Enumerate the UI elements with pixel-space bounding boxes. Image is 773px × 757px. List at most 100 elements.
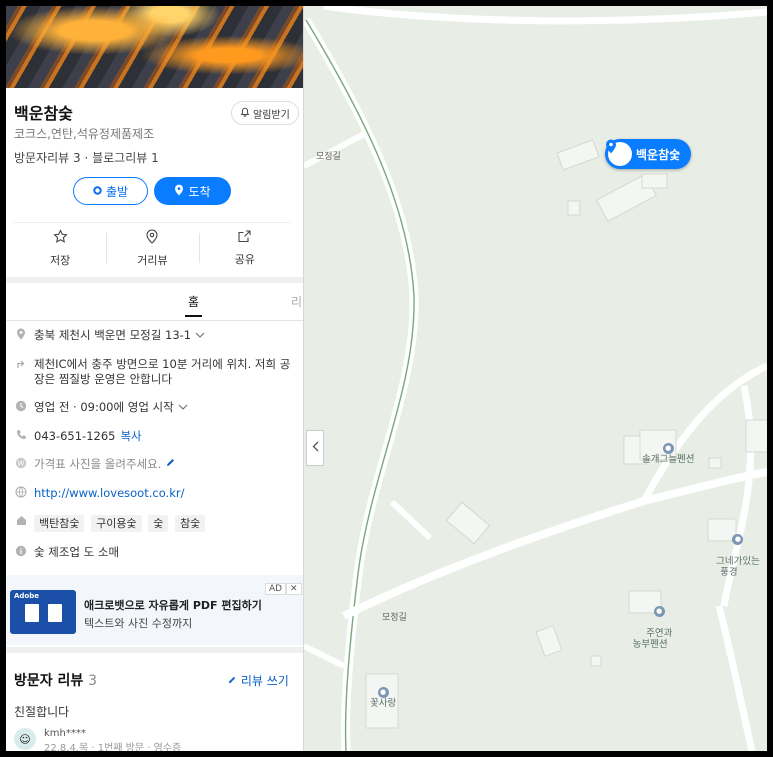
phone-number[interactable]: 043-651-1265	[34, 429, 115, 444]
location-pin-icon	[174, 184, 184, 199]
document-icon	[25, 604, 39, 622]
website-row: http://www.lovesoot.co.kr/	[14, 486, 299, 502]
chevron-down-icon[interactable]	[178, 400, 188, 415]
chevron-down-icon[interactable]	[195, 328, 205, 343]
lodging-icon: ●	[662, 443, 674, 454]
poi-pension-2[interactable]: ● 그네가있는 풍경	[698, 522, 760, 589]
tag-list: 백탄참숯 구이용숯 숯 참숯	[34, 515, 208, 532]
poi-label: 주연과 농부펜션	[632, 628, 673, 650]
start-dot-icon	[93, 184, 102, 198]
phone-icon	[14, 429, 28, 444]
edit-pencil-icon	[227, 674, 237, 688]
section-divider	[6, 277, 303, 283]
poi-label: 꽃사랑	[370, 698, 397, 709]
copy-phone-button[interactable]: 복사	[120, 429, 141, 444]
info-icon	[14, 545, 28, 561]
review-summary[interactable]: 방문자리뷰 3 · 블로그리뷰 1	[14, 149, 159, 166]
address-row[interactable]: 충북 제천시 백운면 모정길 13-1	[14, 328, 299, 344]
tab-next-partial[interactable]: 리	[291, 293, 302, 310]
document-icon	[48, 604, 62, 622]
globe-icon	[14, 486, 28, 502]
directions-arrow-icon	[14, 357, 28, 373]
place-info-list: 충북 제천시 백운면 모정길 13-1 제천IC에서 충주 방면으로 10분 거…	[14, 328, 299, 574]
route-arrive-button[interactable]: 도착	[154, 177, 231, 205]
lodging-icon: ●	[377, 687, 389, 698]
ad-subtitle: 텍스트와 사진 수정까지	[84, 617, 193, 630]
collapse-panel-button[interactable]	[306, 430, 324, 466]
place-hero-photo[interactable]	[6, 6, 303, 88]
action-bar: 저장 거리뷰 공유	[14, 222, 291, 273]
map-canvas[interactable]	[304, 6, 767, 751]
person-icon: ☺	[19, 732, 31, 746]
reviews-count: 3	[88, 673, 98, 689]
reviews-heading-text: 방문자 리뷰	[14, 673, 84, 689]
share-label: 공유	[234, 253, 255, 266]
svg-text:W: W	[18, 460, 25, 468]
price-prompt-text: 가격표 사진을 올려주세요.	[34, 457, 162, 471]
route-arrive-label: 도착	[188, 184, 211, 199]
review-text: 친절합니다	[14, 705, 70, 719]
hours-text: 영업 전 · 09:00에 영업 시작	[34, 400, 174, 414]
street-view-button[interactable]: 거리뷰	[106, 223, 198, 273]
edit-pencil-icon[interactable]	[165, 457, 176, 472]
map-view[interactable]: 모정길 모정길 백운참숯 ● 솔개그늘펜션 ● 그네가있는 풍경 ● 주연과 농…	[304, 6, 767, 751]
poi-pension-3[interactable]: ● 주연과 농부펜션	[628, 594, 672, 661]
ad-image: Adobe	[10, 590, 76, 634]
price-row[interactable]: W 가격표 사진을 올려주세요.	[14, 457, 299, 473]
map-pin-outline-icon	[145, 228, 159, 247]
address-text: 충북 제천시 백운면 모정길 13-1	[34, 328, 192, 342]
ad-close-button[interactable]: ✕	[286, 583, 302, 595]
chevron-left-icon	[312, 441, 319, 455]
route-start-label: 출발	[105, 184, 129, 199]
selected-place-marker[interactable]: 백운참숯	[605, 139, 691, 169]
save-label: 저장	[50, 253, 71, 267]
tab-home[interactable]: 홈	[184, 293, 203, 317]
ad-brand: Adobe	[14, 592, 39, 600]
tags-row: 백탄참숯 구이용숯 숯 참숯	[14, 515, 299, 532]
lodging-icon: ●	[653, 606, 665, 617]
notify-button[interactable]: 알림받기	[231, 101, 299, 125]
route-start-button[interactable]: 출발	[73, 177, 148, 205]
tag-chip[interactable]: 구이용숯	[91, 515, 142, 532]
write-review-label: 리뷰 쓰기	[240, 674, 289, 688]
poi-kkotsarang[interactable]: ● 꽃사랑	[370, 686, 396, 709]
avatar: ☺	[14, 728, 36, 750]
save-button[interactable]: 저장	[14, 223, 106, 273]
poi-pension-1[interactable]: ● 솔개그늘펜션	[642, 442, 694, 465]
place-detail-panel: 백운참숯 알림받기 코크스,연탄,석유정제품제조 방문자리뷰 3 · 블로그리뷰…	[6, 6, 304, 751]
marker-label: 백운참숯	[636, 147, 681, 162]
reviewer-meta: 22.8.4.목 · 1번째 방문 · 영수증	[44, 743, 182, 751]
tag-chip[interactable]: 백탄참숯	[34, 515, 85, 532]
tag-chip[interactable]: 숯	[148, 515, 169, 532]
write-review-button[interactable]: 리뷰 쓰기	[227, 672, 289, 689]
ad-banner[interactable]: Adobe 애크로뱃으로 자유롭게 PDF 편집하기 텍스트와 사진 수정까지 …	[6, 575, 303, 645]
location-icon	[14, 328, 28, 344]
bell-icon	[240, 107, 250, 120]
reviewer-name: kmh****	[44, 728, 86, 739]
description-text: 숯 제조업 도 소매	[34, 545, 120, 559]
poi-label: 그네가있는 풍경	[716, 556, 760, 578]
phone-row: 043-651-1265 복사	[14, 429, 299, 444]
place-category: 코크스,연탄,석유정제품제조	[14, 127, 155, 141]
share-button[interactable]: 공유	[198, 223, 291, 273]
website-link[interactable]: http://www.lovesoot.co.kr/	[34, 486, 184, 501]
clock-icon	[14, 400, 28, 416]
location-pin-icon	[606, 139, 632, 166]
road-label: 모정길	[382, 613, 407, 623]
house-icon	[14, 515, 28, 530]
detail-tabs: 홈 리	[6, 284, 303, 321]
street-view-label: 거리뷰	[137, 253, 168, 267]
place-name: 백운참숯	[14, 104, 73, 123]
notify-label: 알림받기	[253, 109, 290, 121]
ad-title: 애크로뱃으로 자유롭게 PDF 편집하기	[84, 599, 262, 612]
section-divider	[6, 647, 303, 653]
tag-chip[interactable]: 참숯	[175, 515, 206, 532]
lodging-icon: ●	[732, 534, 744, 545]
ad-badge: AD	[265, 583, 287, 595]
poi-label: 솔개그늘펜션	[642, 454, 695, 465]
reviewer-info[interactable]: ☺ kmh**** 22.8.4.목 · 1번째 방문 · 영수증	[14, 728, 181, 751]
description-row: 숯 제조업 도 소매	[14, 545, 299, 561]
road-label: 모정길	[316, 152, 341, 162]
hours-row[interactable]: 영업 전 · 09:00에 영업 시작	[14, 400, 299, 416]
directions-row: 제천IC에서 충주 방면으로 10분 거리에 위치. 저희 공장은 찜질방 운영…	[14, 357, 299, 387]
